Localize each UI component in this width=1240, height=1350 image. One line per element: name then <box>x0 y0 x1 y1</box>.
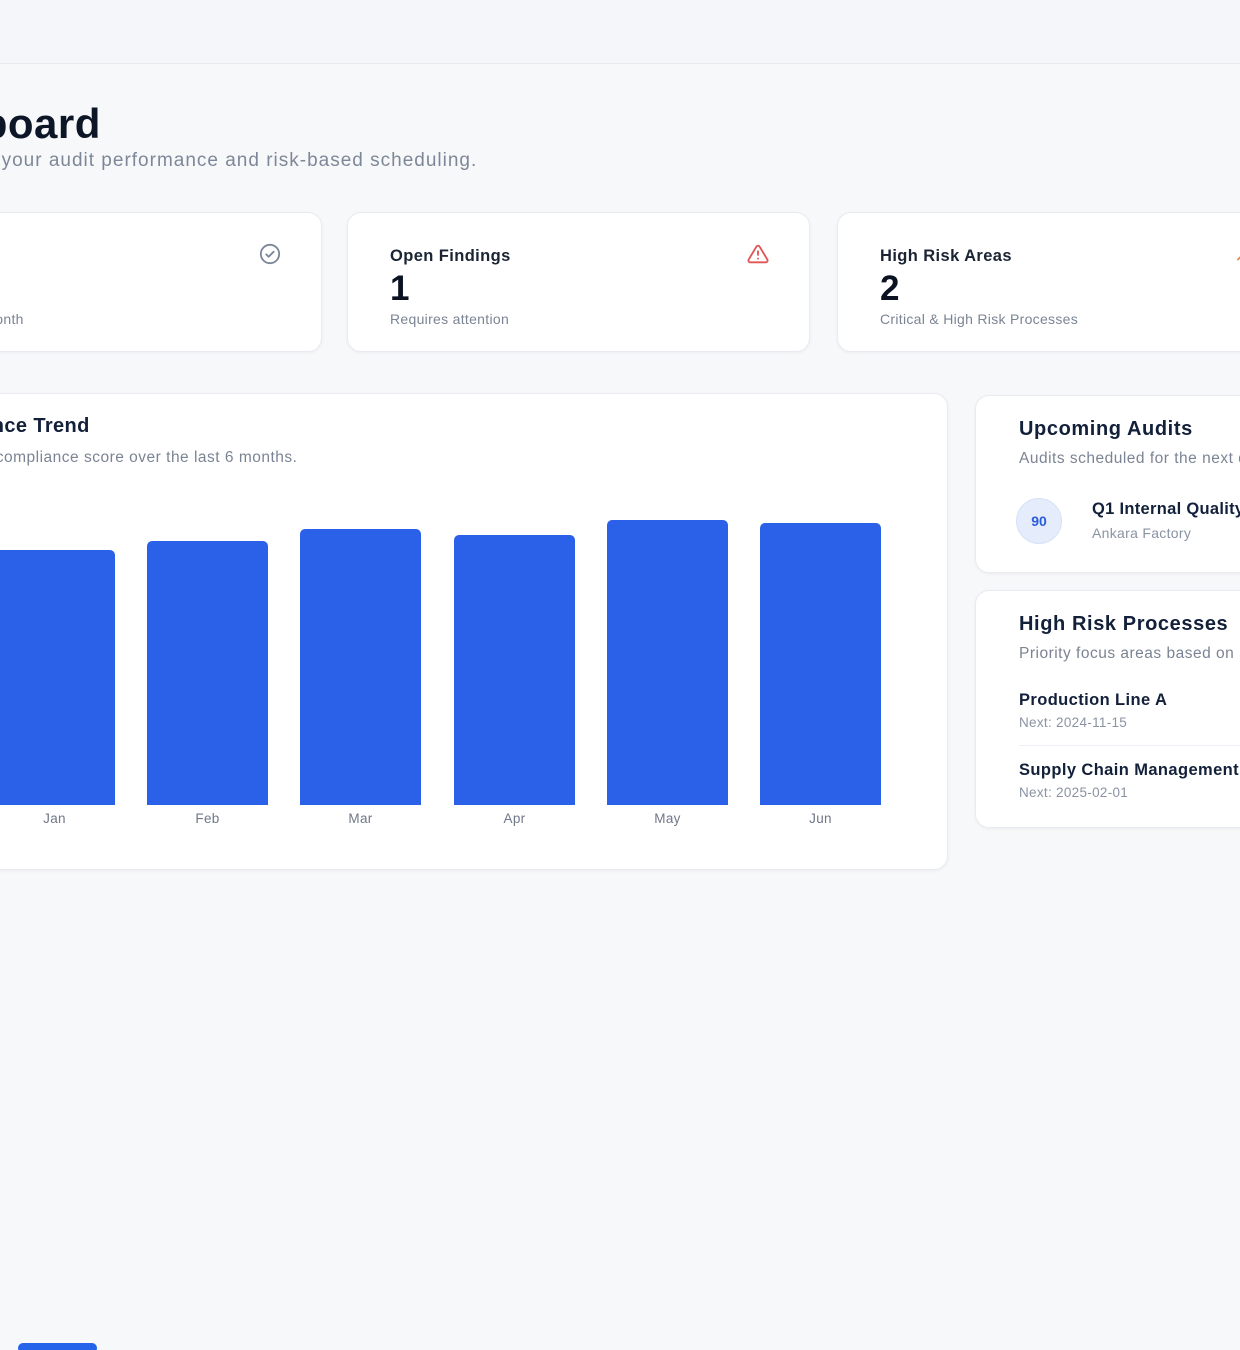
upcoming-audit-item[interactable]: 90 Q1 Internal Quality Audit Ankara Fact… <box>1016 496 1240 556</box>
chart-bar <box>760 523 881 805</box>
x-axis-label: Apr <box>454 811 575 826</box>
upcoming-audits-subtitle: Audits scheduled for the next quarter. <box>1019 450 1240 468</box>
cutoff-blue-bar[interactable] <box>18 1343 97 1350</box>
stat-card-high-risk-areas: High Risk Areas 2 Critical & High Risk P… <box>837 212 1240 352</box>
alert-triangle-icon <box>747 243 769 265</box>
upcoming-audits-card: Upcoming Audits Audits scheduled for the… <box>975 395 1240 573</box>
high-risk-title: High Risk Processes <box>1019 613 1228 636</box>
divider <box>1019 745 1240 746</box>
upcoming-audits-title: Upcoming Audits <box>1019 418 1193 441</box>
risk-process-name: Production Line A <box>1019 691 1167 710</box>
stat-label: High Risk Areas <box>880 247 1012 266</box>
x-axis-label: Mar <box>300 811 421 826</box>
stat-subtext: +2 from last month <box>0 311 24 327</box>
chart-bar <box>607 520 728 805</box>
high-risk-subtitle: Priority focus areas based on risk asses… <box>1019 645 1240 663</box>
stat-value: 1 <box>390 269 409 309</box>
x-axis-label: Jun <box>760 811 881 826</box>
stat-label: Open Findings <box>390 247 511 266</box>
chart-bar <box>0 550 115 805</box>
risk-process-next-date: Next: 2024-11-15 <box>1019 715 1127 730</box>
risk-process-item[interactable]: Supply Chain Management Next: 2025-02-01 <box>1019 761 1240 811</box>
stat-card-total-audits: Total Audits +2 from last month <box>0 212 322 352</box>
risk-process-next-date: Next: 2025-02-01 <box>1019 785 1128 800</box>
page-title: Dashboard <box>0 100 101 148</box>
audit-location: Ankara Factory <box>1092 525 1191 541</box>
stat-card-open-findings: Open Findings 1 Requires attention <box>347 212 810 352</box>
page-subtitle: Overview of your audit performance and r… <box>0 150 477 172</box>
stat-subtext: Critical & High Risk Processes <box>880 311 1078 327</box>
dashboard-page: Dashboard Overview of your audit perform… <box>0 0 1240 1350</box>
chart-subtitle: Average compliance score over the last 6… <box>0 449 297 467</box>
check-circle-icon <box>259 243 281 265</box>
high-risk-processes-card: High Risk Processes Priority focus areas… <box>975 590 1240 828</box>
stat-value: 2 <box>880 269 899 309</box>
x-axis-label: May <box>607 811 728 826</box>
chart-bar <box>454 535 575 805</box>
stat-subtext: Requires attention <box>390 311 509 327</box>
chart-title: Compliance Trend <box>0 415 90 438</box>
chart-bar <box>300 529 421 805</box>
risk-process-item[interactable]: Production Line A Next: 2024-11-15 <box>1019 691 1240 741</box>
x-axis-label: Feb <box>147 811 268 826</box>
chart-bar <box>147 541 268 805</box>
audit-name: Q1 Internal Quality Audit <box>1092 500 1240 519</box>
risk-process-name: Supply Chain Management <box>1019 761 1239 780</box>
x-axis-label: Jan <box>0 811 115 826</box>
top-navigation-bar <box>0 0 1240 64</box>
audit-score-badge: 90 <box>1016 498 1062 544</box>
